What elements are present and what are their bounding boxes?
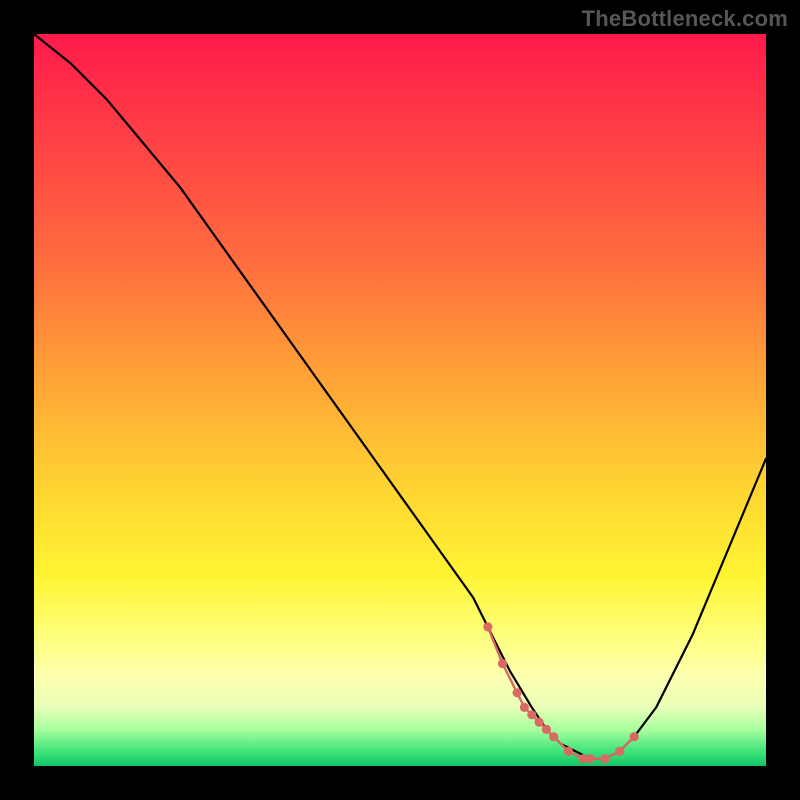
marker-dot [600,754,609,763]
chart-plot-area [34,34,766,766]
marker-dot [527,710,536,719]
chart-svg [34,34,766,766]
watermark-text: TheBottleneck.com [582,6,788,32]
marker-dot [483,622,492,631]
marker-dot [520,703,529,712]
bottleneck-curve [34,34,766,759]
optimal-zone-markers [483,622,639,763]
marker-dot [535,718,544,727]
marker-dot [549,732,558,741]
optimal-zone-link [488,627,634,759]
marker-dot [586,754,595,763]
marker-dot [498,659,507,668]
marker-dot [542,725,551,734]
marker-dot [564,747,573,756]
marker-dot [513,688,522,697]
marker-dot [615,747,624,756]
chart-frame: TheBottleneck.com [0,0,800,800]
marker-dot [630,732,639,741]
